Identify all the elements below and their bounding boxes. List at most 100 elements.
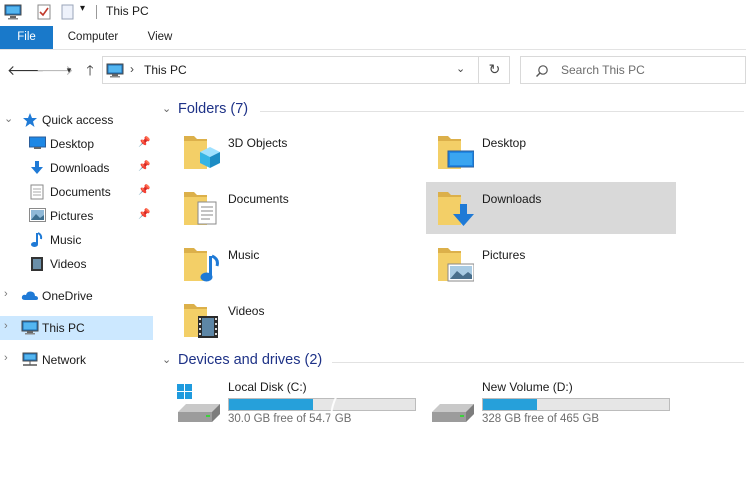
- drive-usage-fill: [229, 399, 313, 410]
- tab-computer[interactable]: Computer: [60, 26, 126, 49]
- navigation-pane: ⌄ Quick access Desktop 📌 Downloads 📌 Doc…: [0, 100, 155, 482]
- ribbon: File Computer View: [0, 26, 746, 50]
- nav-this-pc[interactable]: › This PC: [0, 316, 153, 340]
- 3d-objects-folder-icon: [182, 132, 220, 177]
- nav-item-pictures[interactable]: Pictures 📌: [0, 204, 153, 228]
- music-icon: [30, 232, 44, 251]
- back-button[interactable]: 🡐: [7, 60, 45, 80]
- forward-button[interactable]: 🡒: [36, 60, 74, 80]
- nav-item-downloads[interactable]: Downloads 📌: [0, 156, 153, 180]
- nav-label: Videos: [50, 257, 87, 271]
- properties-icon[interactable]: [37, 4, 51, 23]
- folder-desktop[interactable]: Desktop: [426, 126, 676, 178]
- search-input[interactable]: Search This PC: [561, 63, 645, 77]
- folder-name: Downloads: [482, 192, 542, 206]
- folder-name: Pictures: [482, 248, 526, 262]
- divider: [260, 111, 744, 112]
- folder-3d-objects[interactable]: 3D Objects: [172, 126, 422, 178]
- pin-icon[interactable]: 📌: [138, 209, 150, 220]
- refresh-button[interactable]: ↻: [478, 56, 510, 84]
- desktop-folder-icon: [436, 132, 475, 177]
- customize-toolbar-icon[interactable]: ▾: [80, 3, 85, 14]
- folder-name: Music: [228, 248, 260, 262]
- picture-icon: [29, 208, 46, 225]
- nav-label: Music: [50, 233, 82, 247]
- this-pc-icon: [106, 63, 124, 81]
- nav-label: This PC: [42, 321, 85, 335]
- drive-free-space: 328 GB free of 465 GB: [482, 413, 599, 425]
- folders-section-header[interactable]: ⌄ Folders (7): [162, 101, 746, 121]
- nav-label: Pictures: [50, 209, 94, 223]
- pin-icon[interactable]: 📌: [138, 161, 150, 172]
- nav-item-music[interactable]: Music: [0, 228, 153, 252]
- nav-item-videos[interactable]: Videos: [0, 252, 153, 276]
- nav-label: Documents: [50, 185, 111, 199]
- section-title: Devices and drives (2): [178, 352, 323, 368]
- address-bar[interactable]: › This PC ⌄: [102, 56, 510, 84]
- hard-drive-icon: [430, 384, 476, 427]
- folder-name: 3D Objects: [228, 136, 288, 150]
- collapse-icon[interactable]: ⌄: [162, 102, 171, 115]
- new-folder-icon[interactable]: [61, 4, 75, 23]
- folder-name: Desktop: [482, 136, 527, 150]
- nav-item-desktop[interactable]: Desktop 📌: [0, 132, 153, 156]
- download-icon: [29, 160, 45, 179]
- windows-drive-icon: [176, 384, 222, 427]
- up-button[interactable]: 🡑: [81, 60, 99, 80]
- nav-label: Downloads: [50, 161, 110, 175]
- drive-usage-fill: [483, 399, 537, 410]
- computer-icon: [21, 320, 39, 338]
- pin-icon[interactable]: 📌: [138, 185, 150, 196]
- folder-downloads[interactable]: Downloads: [426, 182, 676, 234]
- folder-name: Documents: [228, 192, 289, 206]
- tab-view[interactable]: View: [140, 26, 180, 49]
- nav-item-documents[interactable]: Documents 📌: [0, 180, 153, 204]
- cloud-icon: [21, 290, 39, 304]
- watermark-circle: [330, 368, 432, 470]
- nav-label: Network: [42, 353, 87, 367]
- documents-folder-icon: [182, 188, 220, 233]
- drives-section-header[interactable]: ⌄ Devices and drives (2): [162, 352, 746, 372]
- folder-pictures[interactable]: Pictures: [426, 238, 676, 290]
- pictures-folder-icon: [436, 244, 475, 289]
- document-icon: [30, 184, 44, 203]
- title-separator: [96, 5, 97, 19]
- breadcrumb-chevron-icon[interactable]: ›: [130, 62, 134, 76]
- computer-icon[interactable]: [4, 4, 22, 23]
- nav-network[interactable]: › Network: [0, 348, 153, 372]
- divider: [332, 362, 744, 363]
- breadcrumb[interactable]: This PC: [144, 63, 187, 77]
- nav-label: Desktop: [50, 137, 95, 151]
- collapse-icon[interactable]: ⌄: [4, 112, 13, 125]
- search-box[interactable]: Search This PC: [520, 56, 746, 84]
- folder-videos[interactable]: Videos: [172, 294, 422, 346]
- window-title: This PC: [106, 4, 149, 18]
- nav-quick-access[interactable]: ⌄ Quick access: [0, 108, 153, 132]
- pin-icon[interactable]: 📌: [138, 137, 150, 148]
- expand-icon[interactable]: ›: [4, 352, 8, 364]
- folder-name: Videos: [228, 304, 265, 318]
- network-icon: [21, 352, 39, 370]
- nav-onedrive[interactable]: › OneDrive: [0, 284, 153, 308]
- drive-new-volume-d[interactable]: New Volume (D:) 328 GB free of 465 GB: [430, 380, 680, 426]
- video-icon: [30, 256, 44, 275]
- videos-folder-icon: [182, 300, 220, 345]
- nav-label: Quick access: [42, 113, 114, 127]
- collapse-icon[interactable]: ⌄: [162, 353, 171, 366]
- section-title: Folders (7): [178, 101, 249, 117]
- downloads-folder-icon: [436, 188, 474, 233]
- address-dropdown-icon[interactable]: ⌄: [456, 62, 465, 75]
- drive-name: Local Disk (C:): [228, 380, 307, 394]
- music-folder-icon: [182, 244, 220, 289]
- drive-usage-bar: [482, 398, 670, 411]
- recent-locations-button[interactable]: ▾: [60, 60, 78, 80]
- title-bar: ▾ This PC: [0, 0, 746, 24]
- expand-icon[interactable]: ›: [4, 320, 8, 332]
- desktop-icon: [29, 136, 46, 153]
- tab-file[interactable]: File: [0, 26, 53, 49]
- drive-name: New Volume (D:): [482, 380, 573, 394]
- folder-music[interactable]: Music: [172, 238, 422, 290]
- star-icon: [22, 112, 38, 131]
- folder-documents[interactable]: Documents: [172, 182, 422, 234]
- expand-icon[interactable]: ›: [4, 288, 8, 300]
